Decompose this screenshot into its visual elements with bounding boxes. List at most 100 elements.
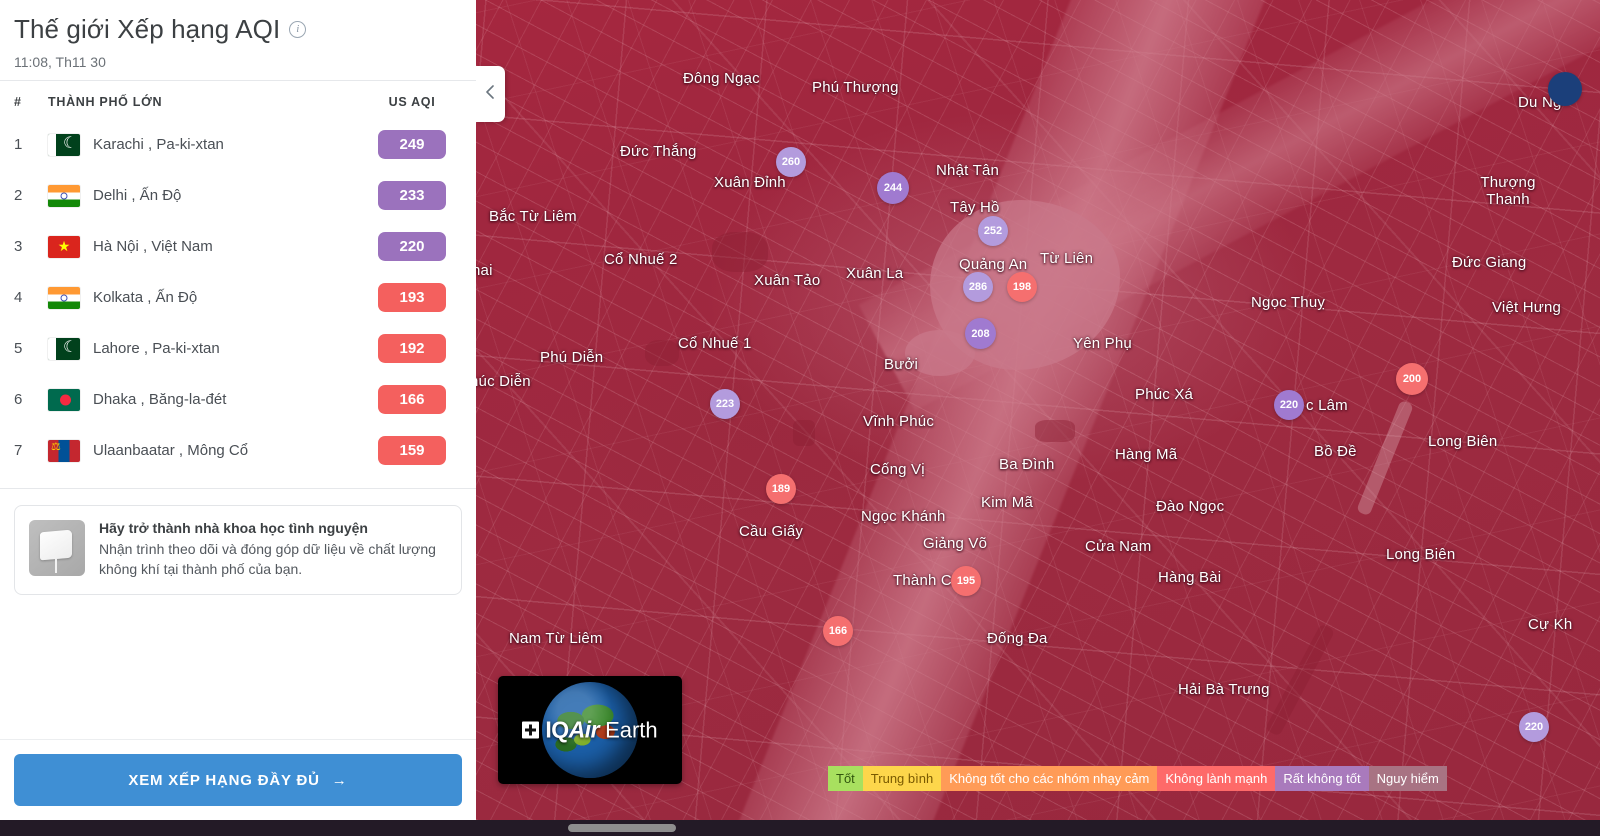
table-row[interactable]: 5 Lahore , Pa-ki-xtan 192 <box>0 323 476 374</box>
air-monitor-image <box>29 520 85 576</box>
panel-footer: XEM XẾP HẠNG ĐẦY ĐỦ → <box>0 739 476 820</box>
cta-label: XEM XẾP HẠNG ĐẦY ĐỦ <box>128 771 320 789</box>
row-city-name: Lahore , Pa-ki-xtan <box>93 340 220 357</box>
india-flag <box>48 286 80 309</box>
row-rank: 3 <box>14 238 23 255</box>
legend-item: Tốt <box>828 766 863 791</box>
chevron-left-icon <box>484 84 496 104</box>
table-header: # THÀNH PHỐ LỚN US AQI <box>0 81 476 119</box>
aqi-map-marker[interactable]: 195 <box>951 566 981 596</box>
row-city-cell: Kolkata , Ấn Độ <box>48 286 362 309</box>
iqair-logo-icon <box>522 721 540 739</box>
india-flag <box>48 184 80 207</box>
column-header-rank: # <box>14 95 22 109</box>
aqi-badge: 249 <box>378 130 446 159</box>
row-rank: 2 <box>14 187 23 204</box>
info-icon[interactable]: i <box>289 21 307 38</box>
row-aqi-cell: 192 <box>362 334 462 363</box>
row-city-cell: Lahore , Pa-ki-xtan <box>48 337 362 360</box>
row-city-cell: Hà Nội , Việt Nam <box>48 235 362 258</box>
aqi-badge: 192 <box>378 334 446 363</box>
aqi-badge: 220 <box>378 232 446 261</box>
aqi-map-marker[interactable]: 286 <box>963 272 993 302</box>
table-row[interactable]: 4 Kolkata , Ấn Độ 193 <box>0 272 476 323</box>
ranking-panel: Thế giới Xếp hạng AQI i 11:08, Th11 30 #… <box>0 0 476 820</box>
aqi-map-marker[interactable]: 244 <box>877 172 909 204</box>
pakistan-flag <box>48 133 80 156</box>
row-city-name: Karachi , Pa-ki-xtan <box>93 136 224 153</box>
row-city-cell: Delhi , Ấn Độ <box>48 184 362 207</box>
row-aqi-cell: 166 <box>362 385 462 414</box>
row-aqi-cell: 220 <box>362 232 462 261</box>
view-full-ranking-button[interactable]: XEM XẾP HẠNG ĐẦY ĐỦ → <box>14 754 462 806</box>
aqi-map-marker[interactable]: 166 <box>823 616 853 646</box>
row-city-cell: Dhaka , Băng-la-đét <box>48 388 362 411</box>
bottom-bar <box>0 820 1600 836</box>
iqair-earth-brand: IQAir Earth <box>498 717 682 744</box>
brand-iqair: IQAir <box>545 716 600 743</box>
aqi-map-marker[interactable]: 198 <box>1007 272 1037 302</box>
aqi-map-marker[interactable]: 223 <box>710 389 740 419</box>
table-row[interactable]: 7 Ulaanbaatar , Mông Cổ 159 <box>0 425 476 476</box>
promo-body: Nhận trình theo dõi và đóng góp dữ liệu … <box>99 541 436 578</box>
aqi-map-marker[interactable]: 260 <box>776 147 806 177</box>
aqi-map-marker[interactable]: 220 <box>1519 712 1549 742</box>
aqi-map-marker[interactable]: 220 <box>1274 390 1304 420</box>
legend-item: Không tốt cho các nhóm nhạy cảm <box>941 766 1158 791</box>
pakistan-flag <box>48 337 80 360</box>
row-rank: 7 <box>14 442 23 459</box>
aqi-map-page: Đông Ngạc Phú Thượng Đức Thắng Xuân Đỉnh Nhậ… <box>0 0 1600 836</box>
map-block-patch <box>712 232 768 272</box>
row-aqi-cell: 159 <box>362 436 462 465</box>
row-city-name: Kolkata , Ấn Độ <box>93 289 198 306</box>
row-rank: 6 <box>14 391 23 408</box>
map-block-patch <box>645 340 679 366</box>
aqi-map-marker[interactable] <box>1548 72 1582 106</box>
row-city-cell: Ulaanbaatar , Mông Cổ <box>48 439 362 462</box>
aqi-badge: 159 <box>378 436 446 465</box>
aqi-map-marker[interactable]: 252 <box>978 216 1008 246</box>
table-row[interactable]: 1 Karachi , Pa-ki-xtan 249 <box>0 119 476 170</box>
vietnam-flag <box>48 235 80 258</box>
table-row[interactable]: 2 Delhi , Ấn Độ 233 <box>0 170 476 221</box>
row-city-name: Dhaka , Băng-la-đét <box>93 391 227 408</box>
legend-item: Không lành mạnh <box>1157 766 1276 791</box>
row-city-cell: Karachi , Pa-ki-xtan <box>48 133 362 156</box>
horizontal-scrollbar[interactable] <box>568 824 676 832</box>
row-aqi-cell: 193 <box>362 283 462 312</box>
row-aqi-cell: 233 <box>362 181 462 210</box>
page-title: Thế giới Xếp hạng AQI <box>14 14 281 44</box>
table-row[interactable]: 6 Dhaka , Băng-la-đét 166 <box>0 374 476 425</box>
row-city-name: Ulaanbaatar , Mông Cổ <box>93 442 249 459</box>
timestamp: 11:08, Th11 30 <box>14 54 106 70</box>
legend-item: Nguy hiểm <box>1368 766 1447 791</box>
map-block-patch <box>1035 420 1075 442</box>
table-row[interactable]: 3 Hà Nội , Việt Nam 220 <box>0 221 476 272</box>
list-divider <box>0 488 476 489</box>
ranking-list: 1 Karachi , Pa-ki-xtan 249 2 Delhi , Ấn Độ 23… <box>0 119 476 476</box>
aqi-legend: Tốt Trung bình Không tốt cho các nhóm nhạy… <box>828 766 1447 791</box>
volunteer-promo-card[interactable]: Hãy trở thành nhà khoa học tình nguyện N… <box>14 505 462 595</box>
row-rank: 1 <box>14 136 23 153</box>
bangladesh-flag <box>48 388 80 411</box>
panel-header: Thế giới Xếp hạng AQI i 11:08, Th11 30 <box>0 0 476 80</box>
column-header-aqi: US AQI <box>388 95 436 109</box>
iqair-earth-widget[interactable]: IQAir Earth <box>498 676 682 784</box>
aqi-badge: 166 <box>378 385 446 414</box>
promo-title: Hãy trở thành nhà khoa học tình nguyện <box>99 520 368 536</box>
legend-item: Trung bình <box>862 766 942 791</box>
mongolia-flag <box>48 439 80 462</box>
arrow-right-icon: → <box>331 771 348 789</box>
aqi-badge: 233 <box>378 181 446 210</box>
map-block-patch <box>793 420 815 446</box>
row-rank: 4 <box>14 289 23 306</box>
legend-item: Rất không tốt <box>1275 766 1369 791</box>
column-header-city: THÀNH PHỐ LỚN <box>48 95 163 109</box>
aqi-map-marker[interactable]: 208 <box>965 318 996 349</box>
aqi-map-marker[interactable]: 200 <box>1396 363 1428 395</box>
aqi-map-marker[interactable]: 189 <box>766 474 796 504</box>
panel-title-row: Thế giới Xếp hạng AQI i <box>14 14 462 45</box>
aqi-badge: 193 <box>378 283 446 312</box>
collapse-panel-button[interactable] <box>475 66 505 122</box>
row-city-name: Delhi , Ấn Độ <box>93 187 182 204</box>
